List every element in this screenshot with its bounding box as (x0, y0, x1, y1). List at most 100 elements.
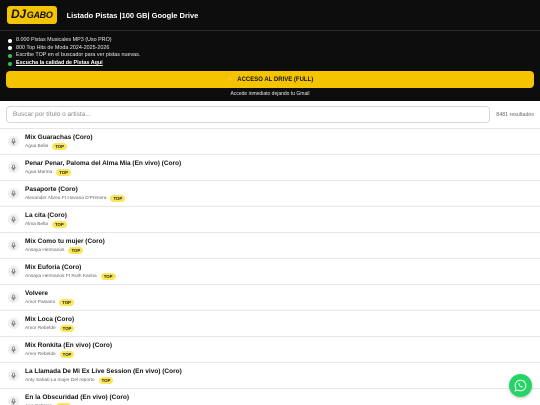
bullet-dot-icon (8, 61, 12, 66)
song-row[interactable]: Pasaporte (Coro) Alexander Abreu Ft Havan… (0, 181, 540, 208)
song-title: Mix Como tu mujer (Coro) (25, 238, 105, 246)
song-title: Mix Guarachas (Coro) (25, 134, 93, 142)
info-item-link[interactable]: Escucha la calidad de Pistas Aquí (8, 60, 532, 68)
search-input[interactable] (6, 106, 490, 124)
song-meta: Agua Bella TOP (25, 143, 93, 151)
song-info: Penar Penar, Paloma del Alma Mia (En viv… (25, 159, 182, 177)
song-info: Pasaporte (Coro) Alexander Abreu Ft Havan… (25, 185, 126, 203)
song-info: En la Obscuridad (En vivo) (Coro)Ana Cab… (25, 393, 129, 405)
logo[interactable]: DJGABO (7, 6, 57, 24)
microphone-icon[interactable] (8, 240, 19, 252)
microphone-glyph (11, 294, 16, 301)
whatsapp-button[interactable] (509, 374, 532, 397)
song-title: Pasaporte (Coro) (25, 186, 78, 194)
microphone-icon[interactable] (8, 188, 19, 200)
song-title: Mix Euforia (Coro) (25, 264, 82, 272)
song-title: La cita (Coro) (25, 212, 67, 220)
song-title: Mix Loca (Coro) (25, 316, 75, 324)
microphone-glyph (11, 164, 16, 171)
top-badge: TOP (51, 221, 67, 229)
microphone-icon[interactable] (8, 136, 19, 148)
song-meta: Amor Rebelde TOP (25, 325, 75, 333)
song-title: Mix Ronkita (En vivo) (Coro) (25, 342, 113, 350)
song-artist: Alma Bella (25, 222, 48, 228)
info-item: 8.000 Pistas Musicales MP3 (Uso PRO) (8, 37, 532, 45)
song-info: Mix Como tu mujer (Coro) Ansaya Hermanos T… (25, 237, 105, 255)
song-artist: Agua Bella (25, 144, 49, 150)
song-row[interactable]: Volvere Amor Pasiano TOP (0, 285, 540, 312)
song-artist: Amor Rebelde (25, 326, 56, 332)
info-text: 8.000 Pistas Musicales MP3 (Uso PRO) (16, 37, 112, 43)
song-info: La Llamada De Mi Ex Live Session (En viv… (25, 367, 182, 385)
top-panel: DJGABO Listado Pistas |100 GB| Google Dr… (0, 0, 540, 102)
bullet-dot-icon (8, 53, 12, 58)
song-list: Mix Guarachas (Coro) Agua Bella TOP Penar P… (0, 128, 540, 405)
cta-subtext: Accede inmediato dejando tu Gmail (230, 91, 310, 98)
microphone-icon[interactable] (8, 396, 19, 405)
microphone-icon[interactable] (8, 214, 19, 226)
song-title: Penar Penar, Paloma del Alma Mia (En viv… (25, 160, 182, 168)
search-row: 8481 resultados (0, 101, 540, 128)
song-row[interactable]: La Llamada De Mi Ex Live Session (En viv… (0, 363, 540, 390)
song-artist: Alexander Abreu Ft Havana D'Primera (25, 196, 107, 202)
song-meta: Agua Marina TOP (25, 169, 181, 177)
song-row[interactable]: En la Obscuridad (En vivo) (Coro)Ana Cab… (0, 389, 540, 405)
info-item: Escribe TOP en el buscador para ver pist… (8, 52, 532, 60)
results-count: 8481 resultados (496, 111, 534, 118)
song-row[interactable]: Mix Como tu mujer (Coro) Ansaya Hermanos T… (0, 233, 540, 260)
microphone-icon[interactable] (8, 292, 19, 304)
microphone-icon[interactable] (8, 370, 19, 382)
song-artist: Amor Pasiano (25, 300, 56, 306)
song-row[interactable]: Mix Guarachas (Coro) Agua Bella TOP (0, 129, 540, 156)
song-info: Volvere Amor Pasiano TOP (25, 289, 74, 307)
song-info: La cita (Coro) Alma Bella TOP (25, 211, 67, 229)
listen-quality-link[interactable]: Escucha la calidad de Pistas Aquí (16, 60, 103, 68)
info-list: 8.000 Pistas Musicales MP3 (Uso PRO) 800… (0, 31, 540, 67)
song-artist: Ansaya Hermanos Ft Ruth Karina (25, 274, 97, 280)
song-artist: Agua Marina (25, 170, 53, 176)
song-meta: Anty Sahati La mujer Del reporto TOP (25, 377, 182, 385)
top-badge: TOP (59, 351, 75, 359)
top-badge: TOP (52, 143, 67, 151)
song-row[interactable]: La cita (Coro) Alma Bella TOP (0, 207, 540, 234)
drive-access-button[interactable]: ⚡ ACCESO AL DRIVE (FULL) (6, 71, 534, 89)
info-text: 800 Top Hits de Moda 2024-2025-2026 (16, 44, 110, 51)
whatsapp-icon (514, 379, 527, 392)
song-artist: Anty Sahati La mujer Del reporto (25, 378, 95, 384)
microphone-glyph (11, 268, 16, 275)
microphone-glyph (11, 138, 16, 145)
song-info: Mix Euforia (Coro) Ansaya Hermanos Ft Rut… (25, 263, 116, 281)
song-row[interactable]: Mix Euforia (Coro) Ansaya Hermanos Ft Rut… (0, 259, 540, 286)
microphone-icon[interactable] (8, 344, 19, 356)
top-badge: TOP (59, 325, 75, 333)
song-info: Mix Loca (Coro) Amor Rebelde TOP (25, 315, 75, 333)
song-meta: Ansaya Hermanos Ft Ruth Karina TOP (25, 273, 116, 281)
top-badge: TOP (56, 169, 71, 177)
song-row[interactable]: Penar Penar, Paloma del Alma Mia (En viv… (0, 155, 540, 182)
microphone-glyph (11, 346, 16, 353)
song-meta: Alma Bella TOP (25, 221, 67, 229)
song-title: Volvere (25, 290, 49, 298)
bullet-dot-icon (8, 46, 12, 51)
lightning-icon: ⚡ (226, 77, 235, 84)
microphone-icon[interactable] (8, 266, 19, 278)
song-info: Mix Ronkita (En vivo) (Coro) Amor Rebelde… (25, 341, 113, 359)
song-meta: Ansaya Hermanos TOP (25, 247, 105, 255)
page-title: Listado Pistas |100 GB| Google Drive (66, 10, 199, 20)
logo-text-b: GABO (26, 10, 53, 20)
microphone-glyph (11, 216, 16, 223)
microphone-glyph (11, 320, 16, 327)
microphone-icon[interactable] (8, 318, 19, 330)
microphone-glyph (11, 190, 16, 197)
header-bar: DJGABO Listado Pistas |100 GB| Google Dr… (0, 0, 540, 31)
microphone-glyph (11, 398, 16, 405)
song-artist: Ansaya Hermanos (25, 248, 65, 254)
top-badge: TOP (98, 377, 114, 385)
top-badge: TOP (100, 273, 116, 281)
song-title: En la Obscuridad (En vivo) (Coro) (25, 394, 130, 402)
microphone-icon[interactable] (8, 162, 19, 174)
song-artist: Amor Rebelde (25, 352, 56, 358)
drive-access-label: ACCESO AL DRIVE (FULL) (237, 76, 314, 83)
song-row[interactable]: Mix Loca (Coro) Amor Rebelde TOP (0, 311, 540, 338)
song-row[interactable]: Mix Ronkita (En vivo) (Coro) Amor Rebelde… (0, 337, 540, 364)
